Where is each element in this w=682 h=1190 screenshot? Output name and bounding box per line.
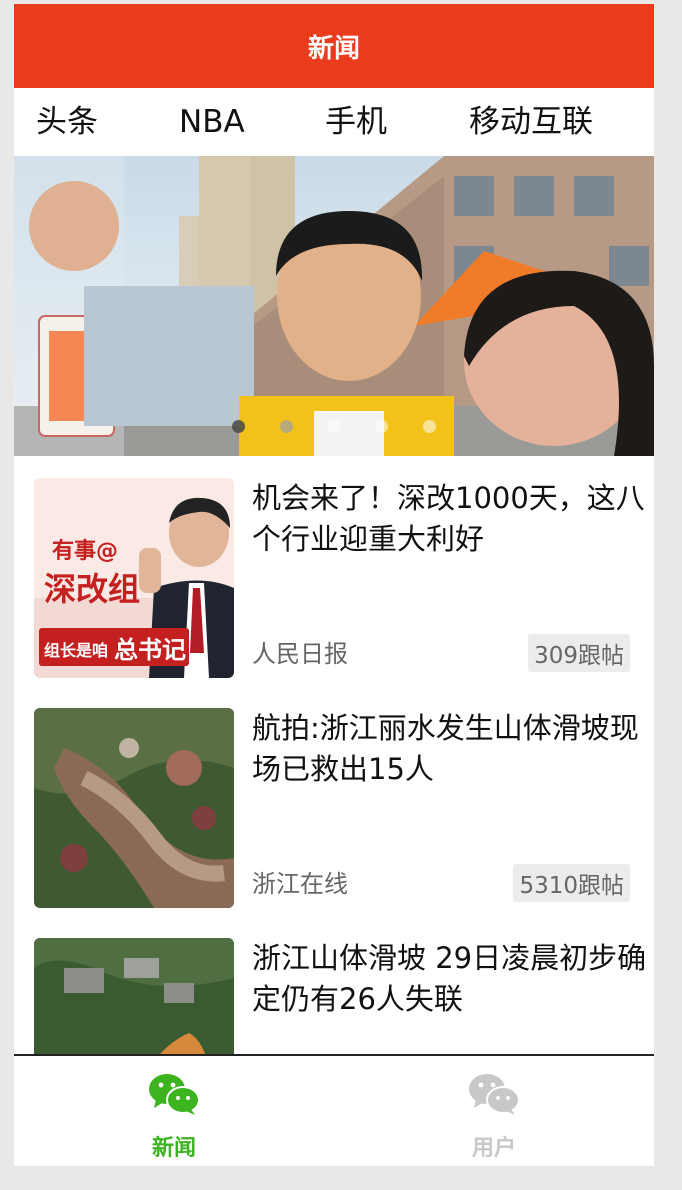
app-screen: 新闻 头条 NBA 手机 移动互联 有事@ 深改组 组长是咱 总书记 机会来了！… — [14, 4, 654, 1166]
carousel-dot[interactable] — [232, 420, 245, 433]
news-thumbnail — [34, 708, 234, 908]
news-title: 航拍:浙江丽水发生山体滑坡现场已救出15人 — [252, 711, 639, 786]
tab-nba[interactable]: NBA — [179, 88, 245, 156]
tab-headlines[interactable]: 头条 — [36, 88, 98, 156]
bottom-tab-bar: 新闻 用户 — [14, 1054, 654, 1166]
news-title: 机会来了！深改1000天，这八个行业迎重大利好 — [252, 481, 645, 556]
thumb-text-1: 有事@ — [52, 538, 118, 564]
news-item[interactable]: 航拍:浙江丽水发生山体滑坡现场已救出15人 浙江在线 5310跟帖 — [14, 686, 654, 918]
wechat-icon — [149, 1074, 200, 1115]
news-thumbnail: 有事@ 深改组 组长是咱 总书记 — [34, 478, 234, 678]
news-source: 浙江在线 — [252, 870, 348, 898]
page-title: 新闻 — [307, 33, 360, 64]
reply-count-badge: 5310跟帖 — [513, 864, 630, 902]
news-item[interactable]: 有事@ 深改组 组长是咱 总书记 机会来了！深改1000天，这八个行业迎重大利好… — [14, 456, 654, 688]
thumb-text-2: 深改组 — [44, 570, 140, 608]
wechat-icon — [469, 1074, 520, 1115]
carousel-dot[interactable] — [327, 420, 340, 433]
thumb-text-4: 总书记 — [114, 636, 186, 664]
news-source: 人民日报 — [252, 640, 348, 668]
banner-photo — [14, 156, 654, 456]
thumb-text-3: 组长是咱 — [44, 641, 108, 660]
bottom-tab-user[interactable]: 用户 — [334, 1056, 654, 1166]
carousel-dot[interactable] — [423, 420, 436, 433]
category-tabs: 头条 NBA 手机 移动互联 — [14, 88, 654, 156]
bottom-tab-news[interactable]: 新闻 — [14, 1056, 334, 1166]
carousel-dot[interactable] — [280, 420, 293, 433]
bottom-tab-label: 用户 — [471, 1136, 516, 1161]
tab-phones[interactable]: 手机 — [325, 88, 387, 156]
reply-count-badge: 309跟帖 — [528, 634, 630, 672]
tab-mobile-internet[interactable]: 移动互联 — [469, 88, 593, 156]
carousel-dot[interactable] — [375, 420, 388, 433]
app-header: 新闻 — [14, 4, 654, 88]
banner-carousel[interactable] — [14, 156, 654, 456]
news-title: 浙江山体滑坡 29日凌晨初步确定仍有26人失联 — [252, 941, 647, 1016]
carousel-indicator — [14, 420, 654, 434]
bottom-tab-label: 新闻 — [151, 1136, 196, 1161]
